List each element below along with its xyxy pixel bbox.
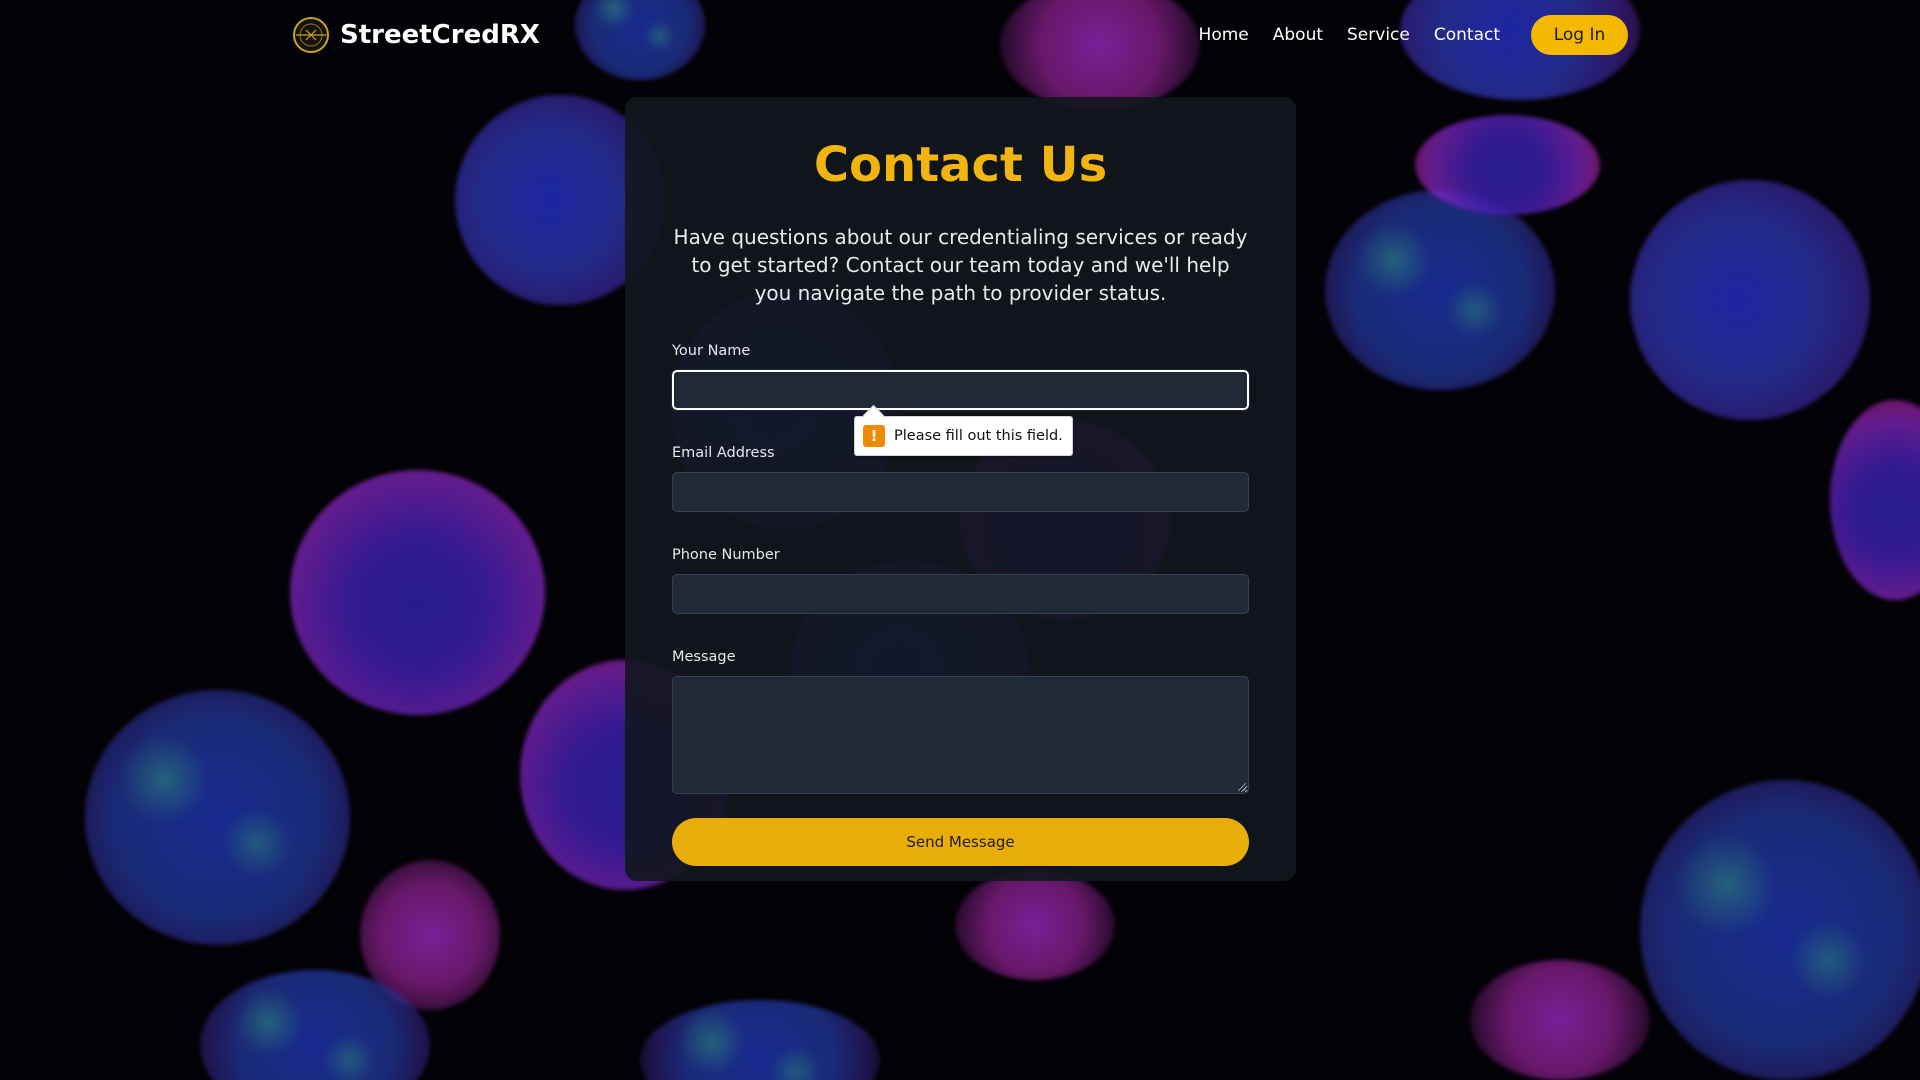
- main-nav: Home About Service Contact Log In: [1175, 15, 1628, 55]
- email-input[interactable]: [672, 472, 1249, 512]
- message-label: Message: [672, 649, 736, 665]
- name-input[interactable]: [671, 369, 1250, 411]
- site-header: StreetCredRX Home About Service Contact …: [0, 0, 1920, 70]
- contact-card: Contact Us Have questions about our cred…: [625, 97, 1296, 881]
- crosshair-circle-icon: [293, 17, 329, 53]
- resize-handle-icon[interactable]: [1238, 783, 1246, 791]
- nav-service-link[interactable]: Service: [1347, 25, 1410, 45]
- message-wrapper: [672, 676, 1249, 794]
- message-textarea[interactable]: [672, 676, 1249, 794]
- name-label: Your Name: [672, 343, 751, 359]
- send-message-button[interactable]: Send Message: [672, 818, 1249, 866]
- phone-label: Phone Number: [672, 547, 780, 563]
- validation-tooltip: ! Please fill out this field.: [854, 416, 1073, 456]
- login-button[interactable]: Log In: [1531, 15, 1628, 55]
- phone-input[interactable]: [672, 574, 1249, 614]
- contact-intro: Have questions about our credentialing s…: [673, 225, 1248, 305]
- phone-group: Phone Number: [672, 546, 1249, 614]
- message-group: Message: [672, 648, 1249, 794]
- nav-about-link[interactable]: About: [1273, 25, 1323, 45]
- validation-message: Please fill out this field.: [894, 428, 1063, 444]
- brand[interactable]: StreetCredRX: [292, 16, 540, 54]
- name-group: Your Name: [671, 342, 1250, 411]
- page-title: Contact Us: [813, 137, 1108, 193]
- exclamation-warning-icon: !: [863, 425, 885, 447]
- nav-home-link[interactable]: Home: [1199, 25, 1249, 45]
- brand-name: StreetCredRX: [340, 20, 540, 50]
- nav-contact-link[interactable]: Contact: [1434, 25, 1500, 45]
